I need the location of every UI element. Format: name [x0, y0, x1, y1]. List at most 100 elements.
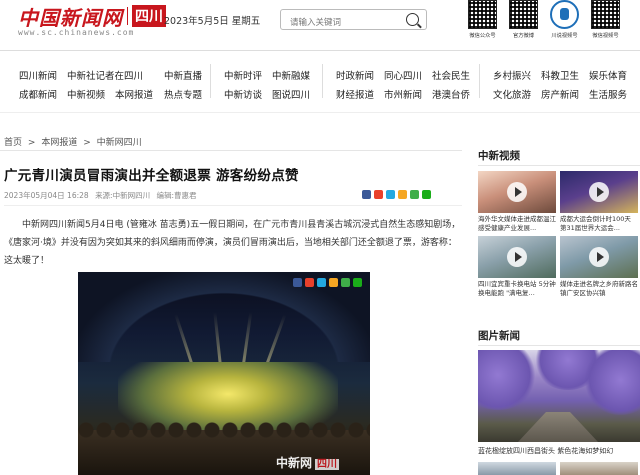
qr-caption: 微信公众号: [469, 33, 496, 39]
nav-item[interactable]: 成都新闻: [19, 87, 57, 101]
nav-item[interactable]: 财经报道: [336, 87, 374, 101]
picture-title-divider: [478, 345, 640, 346]
nav-item[interactable]: 热点专题: [164, 87, 202, 101]
share-weibo-icon[interactable]: [374, 190, 383, 199]
logo-text: 中国新闻网: [18, 5, 123, 30]
nav-divider-bottom: [0, 112, 640, 113]
current-date: 2023年5月5日 星期五: [164, 16, 261, 27]
video-card[interactable]: 成都大运会倒计时100天 第31届世界大运会...: [560, 171, 638, 233]
breadcrumb-section[interactable]: 本网报道: [41, 138, 77, 148]
article-title: 广元青川演员冒雨演出并全额退票 游客纷纷点赞: [4, 168, 299, 184]
nav-item[interactable]: 中新视频: [67, 87, 105, 101]
jacaranda-tree: [478, 350, 538, 410]
qr-wechat-official[interactable]: 微信公众号: [468, 0, 497, 39]
play-icon[interactable]: [589, 247, 609, 267]
share-qzone-icon[interactable]: [317, 278, 326, 287]
qr-chuanshuo[interactable]: 川说视频号: [550, 0, 579, 39]
breadcrumb-separator: >: [27, 138, 36, 148]
nav-item[interactable]: 生活服务: [589, 87, 627, 101]
article-photo: 中新网 四川: [78, 272, 370, 475]
video-title-divider: [478, 165, 640, 166]
nav-item[interactable]: 四川新闻: [19, 68, 57, 82]
search-icon[interactable]: [406, 13, 419, 26]
search-box: [280, 9, 427, 33]
video-card[interactable]: 媒体走进名牌之乡府新路名镇广安区协兴镇: [560, 236, 638, 298]
video-thumbnail: [560, 236, 638, 278]
nav-item[interactable]: 文化旅游: [493, 87, 531, 101]
breadcrumb-home[interactable]: 首页: [4, 138, 22, 148]
photo-share-bar: [293, 278, 362, 287]
article-editor: 编辑:曹惠君: [156, 191, 197, 200]
share-douban-icon[interactable]: [341, 278, 350, 287]
share-renren-icon[interactable]: [329, 278, 338, 287]
video-caption[interactable]: 海外华文媒体走进成都温江 感受健康产业发展...: [478, 215, 556, 233]
video-caption[interactable]: 四川宜宾重卡换电站 5分钟换电能跑 "满电复...: [478, 280, 556, 298]
share-weibo-icon[interactable]: [305, 278, 314, 287]
nav-item[interactable]: 社会民生: [432, 68, 470, 82]
article-source: 来源:中新网四川: [95, 191, 151, 200]
picture-thumbnail[interactable]: [560, 462, 638, 475]
search-input[interactable]: [281, 13, 401, 33]
picture-news-caption[interactable]: 蓝花楹绽放四川西昌街头 紫色花海如梦如幻: [478, 446, 640, 456]
nav-item[interactable]: 图说四川: [272, 87, 310, 101]
breadcrumb-divider: [0, 150, 462, 151]
logo-region: 四川: [132, 5, 166, 27]
qr-code-icon: [468, 0, 497, 29]
picture-news-image[interactable]: [478, 350, 640, 442]
play-icon[interactable]: [507, 182, 527, 202]
qr-code-icon: [509, 0, 538, 29]
site-logo[interactable]: 中国新闻网 四川: [18, 4, 166, 30]
share-renren-icon[interactable]: [398, 190, 407, 199]
nav-item[interactable]: 本网报道: [115, 87, 153, 101]
video-card[interactable]: 海外华文媒体走进成都温江 感受健康产业发展...: [478, 171, 556, 233]
nav-item[interactable]: 中新社记者在四川: [67, 68, 143, 82]
nav-item[interactable]: 科教卫生: [541, 68, 579, 82]
jacaranda-tree: [583, 350, 640, 415]
header-divider: [0, 50, 640, 51]
share-qzone-icon[interactable]: [386, 190, 395, 199]
nav-item[interactable]: 市州新闻: [384, 87, 422, 101]
picture-thumbnail[interactable]: [478, 462, 556, 475]
play-icon[interactable]: [589, 182, 609, 202]
qr-weibo[interactable]: 官方微博: [509, 0, 538, 39]
main-nav: 四川新闻 中新社记者在四川 中新直播 成都新闻 中新视频 本网报道 热点专题 中…: [0, 60, 640, 106]
share-wechat-icon[interactable]: [353, 278, 362, 287]
qr-code-group: 微信公众号 官方微博 川说视频号 微信视频号: [468, 0, 620, 39]
video-section-title[interactable]: 中新视频: [478, 148, 520, 163]
watermark-text: 中新网: [276, 456, 313, 470]
qr-caption: 微信视频号: [592, 33, 619, 39]
share-douban-icon[interactable]: [410, 190, 419, 199]
photo-watermark: 中新网 四川: [276, 454, 340, 471]
nav-item[interactable]: 中新时评: [224, 68, 262, 82]
picture-section-title[interactable]: 图片新闻: [478, 328, 520, 343]
nav-item[interactable]: 中新访谈: [224, 87, 262, 101]
breadcrumb-current[interactable]: 中新网四川: [97, 138, 142, 148]
nav-item[interactable]: 中新融媒: [272, 68, 310, 82]
video-caption[interactable]: 成都大运会倒计时100天 第31届世界大运会...: [560, 215, 638, 233]
breadcrumb: 首页 > 本网报道 > 中新网四川: [4, 135, 145, 148]
qr-code-icon: [591, 0, 620, 29]
share-bar: [362, 190, 431, 199]
video-caption[interactable]: 媒体走进名牌之乡府新路名镇广安区协兴镇: [560, 280, 638, 298]
nav-divider: [479, 64, 480, 98]
video-thumbnail: [478, 171, 556, 213]
nav-item[interactable]: 时政新闻: [336, 68, 374, 82]
nav-item[interactable]: 同心四川: [384, 68, 422, 82]
article-time: 2023年05月04日 16:28: [4, 191, 89, 200]
nav-item[interactable]: 乡村振兴: [493, 68, 531, 82]
share-plus-icon[interactable]: [362, 190, 371, 199]
nav-item[interactable]: 中新直播: [164, 68, 202, 82]
street: [518, 412, 598, 442]
nav-divider: [210, 64, 211, 98]
qr-caption: 官方微博: [513, 33, 534, 39]
share-wechat-icon[interactable]: [422, 190, 431, 199]
nav-item[interactable]: 房产新闻: [541, 87, 579, 101]
qr-wechat-video[interactable]: 微信视频号: [591, 0, 620, 39]
nav-item[interactable]: 港澳台侨: [432, 87, 470, 101]
video-card[interactable]: 四川宜宾重卡换电站 5分钟换电能跑 "满电复...: [478, 236, 556, 298]
article-meta: 2023年05月04日 16:28 来源:中新网四川 编辑:曹惠君: [4, 190, 201, 201]
share-plus-icon[interactable]: [293, 278, 302, 287]
video-thumbnail: [560, 171, 638, 213]
play-icon[interactable]: [507, 247, 527, 267]
nav-item[interactable]: 娱乐体育: [589, 68, 627, 82]
